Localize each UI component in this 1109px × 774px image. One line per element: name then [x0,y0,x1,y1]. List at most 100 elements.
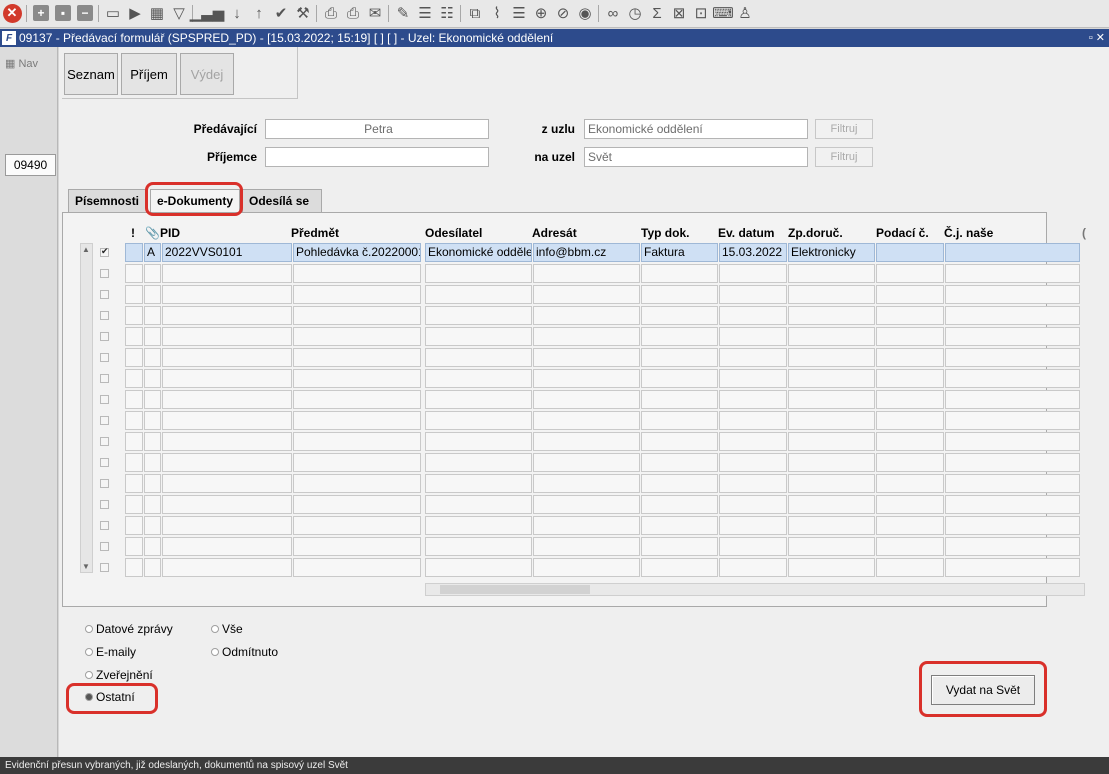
cell-flag[interactable] [125,411,143,430]
cell-doc-type[interactable] [641,285,718,304]
cell-pid[interactable] [162,348,292,367]
column-header-subject[interactable]: Předmět [291,226,339,240]
cell-filing[interactable] [876,495,944,514]
cell-ev-date[interactable] [719,474,787,493]
sum-icon[interactable]: Σ [647,3,667,23]
close-icon[interactable]: ✕ [2,3,22,23]
cell-our-ref[interactable] [945,243,1080,262]
cell-sender[interactable] [425,411,532,430]
cell-doc-type[interactable] [641,432,718,451]
cell-subject[interactable] [293,474,421,493]
cell-ev-date[interactable] [719,327,787,346]
cell-filing[interactable] [876,306,944,325]
cell-delivery[interactable] [788,285,875,304]
cell-delivery[interactable] [788,495,875,514]
cell-ev-date[interactable] [719,306,787,325]
column-header-pid[interactable]: PID [160,226,180,240]
cell-sender[interactable] [425,537,532,556]
save-icon[interactable]: ▪ [53,3,73,23]
cell-delivery[interactable] [788,327,875,346]
row-select-checkbox[interactable] [100,521,109,530]
attach-icon[interactable]: ⌇ [487,3,507,23]
cell-subject[interactable] [293,537,421,556]
cell-attach[interactable] [144,264,161,283]
cell-attach[interactable] [144,495,161,514]
cell-our-ref[interactable] [945,474,1080,493]
cell-subject[interactable] [293,369,421,388]
cell-sender[interactable] [425,516,532,535]
cell-recipient[interactable] [533,264,640,283]
user-tree-icon[interactable]: ♙ [735,3,755,23]
cell-subject[interactable] [293,285,421,304]
cell-our-ref[interactable] [945,432,1080,451]
cell-attach[interactable] [144,390,161,409]
cell-attach[interactable] [144,558,161,577]
print-preview-icon[interactable]: ⎙ [343,3,363,23]
cell-flag[interactable] [125,306,143,325]
cell-flag[interactable] [125,285,143,304]
cell-recipient[interactable] [533,411,640,430]
cell-attach[interactable] [144,306,161,325]
cell-pid[interactable] [162,306,292,325]
row-select-checkbox[interactable] [100,290,109,299]
row-select-checkbox[interactable] [100,458,109,467]
row-select-checkbox[interactable] [100,395,109,404]
column-header-doc-type[interactable]: Typ dok. [641,226,689,240]
column-header-our-ref[interactable]: Č.j. naše [944,226,993,240]
cell-filing[interactable] [876,411,944,430]
cell-recipient[interactable] [533,453,640,472]
cell-recipient[interactable] [533,285,640,304]
eye-icon[interactable]: ◉ [575,3,595,23]
column-header-sender[interactable]: Odesílatel [425,226,482,240]
filter-from-button[interactable]: Filtruj [815,119,873,139]
copy-icon[interactable]: ▭ [103,3,123,23]
cell-flag[interactable] [125,264,143,283]
cell-our-ref[interactable] [945,537,1080,556]
cell-recipient[interactable] [533,327,640,346]
cell-filing[interactable] [876,327,944,346]
mail-icon[interactable]: ✉ [365,3,385,23]
cell-sender[interactable] [425,327,532,346]
cell-subject[interactable] [293,453,421,472]
cell-doc-type[interactable] [641,453,718,472]
row-select-checkbox[interactable] [100,500,109,509]
tools-icon[interactable]: ⚒ [293,3,313,23]
cell-filing[interactable] [876,516,944,535]
cell-sender[interactable] [425,306,532,325]
edit-icon[interactable]: ✎ [393,3,413,23]
export-icon[interactable]: ⧉ [465,3,485,23]
row-select-checkbox[interactable] [100,563,109,572]
cell-our-ref[interactable] [945,306,1080,325]
glasses-icon[interactable]: ∞ [603,3,623,23]
cell-pid[interactable]: 2022VVS0101 [162,243,292,262]
cell-our-ref[interactable] [945,495,1080,514]
cell-attach[interactable] [144,411,161,430]
cell-ev-date[interactable] [719,369,787,388]
cell-our-ref[interactable] [945,285,1080,304]
cell-our-ref[interactable] [945,390,1080,409]
cell-attach[interactable] [144,453,161,472]
cell-ev-date[interactable]: 15.03.2022 [719,243,787,262]
cell-attach[interactable] [144,327,161,346]
cell-ev-date[interactable] [719,390,787,409]
cell-delivery[interactable] [788,516,875,535]
cell-recipient[interactable] [533,495,640,514]
cell-pid[interactable] [162,474,292,493]
cell-doc-type[interactable] [641,327,718,346]
recipient-field[interactable] [265,147,489,167]
cell-pid[interactable] [162,453,292,472]
cell-subject[interactable]: Pohledávka č.20220001 [293,243,421,262]
cell-ev-date[interactable] [719,495,787,514]
row-select-checkbox[interactable] [100,437,109,446]
cell-recipient[interactable] [533,432,640,451]
cell-attach[interactable] [144,537,161,556]
cell-delivery[interactable] [788,390,875,409]
cell-doc-type[interactable]: Faktura [641,243,718,262]
cell-filing[interactable] [876,558,944,577]
cell-attach[interactable] [144,369,161,388]
scroll-up-icon[interactable]: ▲ [82,245,90,254]
cell-sender[interactable] [425,369,532,388]
column-header-ev-date[interactable]: Ev. datum [718,226,774,240]
cell-delivery[interactable] [788,411,875,430]
cell-sender[interactable] [425,264,532,283]
